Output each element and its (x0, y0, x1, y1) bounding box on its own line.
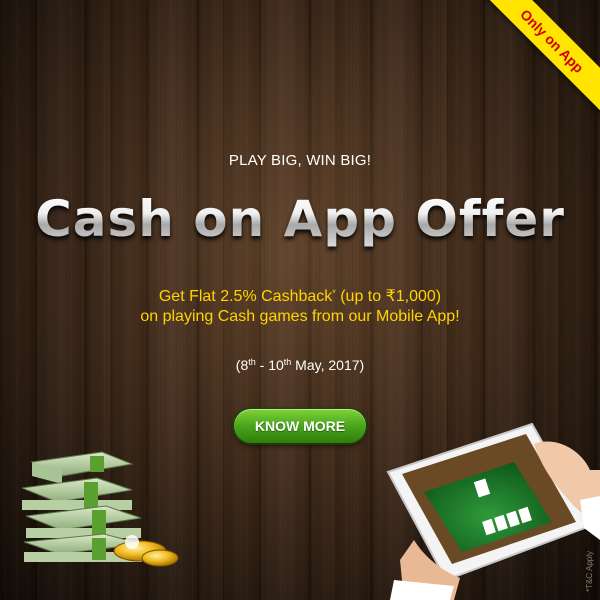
offer-text: Get Flat 2.5% Cashback* (up to ₹1,000) o… (0, 283, 600, 327)
offer-cap: (up to ₹1,000) (335, 288, 442, 305)
date-end: - 10 (255, 357, 284, 373)
date-month-year: May, 2017) (291, 357, 365, 373)
promo-banner: Only on App PLAY BIG, WIN BIG! Cash on A… (0, 0, 600, 600)
headline: Cash on App Offer (0, 190, 600, 248)
tagline: PLAY BIG, WIN BIG! (228, 152, 372, 169)
ribbon-band: Only on App (477, 0, 600, 116)
ribbon-label: Only on App (517, 6, 587, 76)
date-start-suffix: th (248, 357, 256, 367)
cash-stacks-icon (22, 451, 179, 567)
know-more-button[interactable]: KNOW MORE (234, 409, 366, 443)
date-start: (8 (235, 357, 249, 373)
offer-line-2: on playing Cash games from our Mobile Ap… (140, 308, 460, 325)
offer-line-1: Get Flat 2.5% Cashback* (up to ₹1,000) (0, 283, 600, 307)
offer-main: Get Flat 2.5% Cashback (158, 288, 333, 305)
terms-note: *T&C Apply (585, 551, 594, 592)
corner-ribbon: Only on App (470, 0, 600, 130)
offer-dates: (8th - 10th May, 2017) (0, 357, 600, 373)
tablet-app-icon (386, 422, 600, 600)
